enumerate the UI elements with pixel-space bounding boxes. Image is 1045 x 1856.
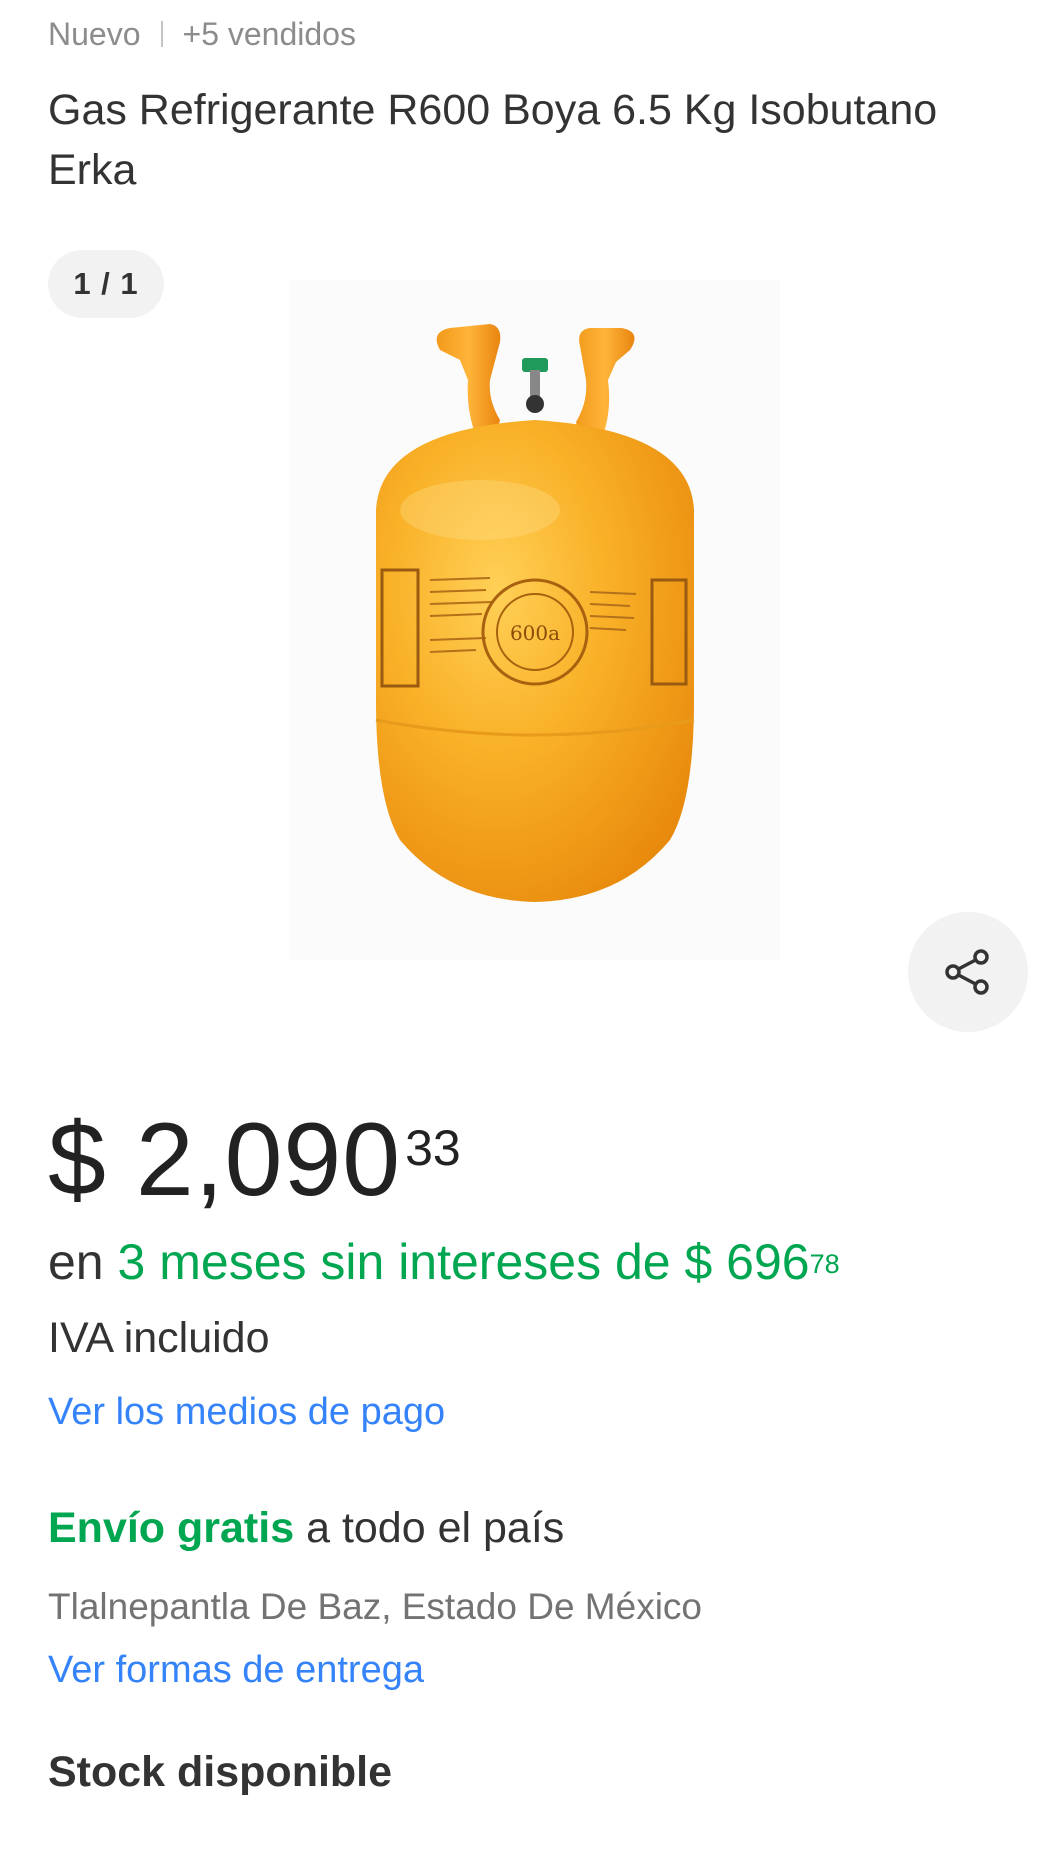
product-title: Gas Refrigerante R600 Boya 6.5 Kg Isobut…	[48, 86, 938, 194]
sold-count: +5 vendidos	[182, 16, 356, 52]
currency-symbol: $	[48, 1102, 106, 1218]
price: $ 2,090 33	[48, 1100, 461, 1220]
stock-status: Stock disponible	[48, 1748, 393, 1796]
price-amount: 2,090	[135, 1102, 402, 1218]
product-image[interactable]: 600a	[290, 280, 780, 960]
delivery-options-link[interactable]: Ver formas de entrega	[48, 1645, 424, 1695]
tax-note: IVA incluido	[48, 1314, 270, 1362]
installments-prefix: en	[48, 1234, 104, 1290]
orange-refrigerant-tank-image: 600a	[290, 280, 780, 960]
shipping-scope: a todo el país	[306, 1504, 565, 1552]
share-icon	[945, 949, 989, 995]
product-page: Nuevo +5 vendidos Gas Refrigerante R600 …	[0, 0, 1045, 1856]
image-gallery[interactable]: 1 / 1 600a	[0, 240, 1045, 1040]
condition-label: Nuevo	[48, 16, 141, 52]
installments-text: 3 meses sin intereses de $ 69678	[117, 1234, 840, 1290]
svg-text:600a: 600a	[510, 621, 560, 645]
image-counter: 1 / 1	[48, 250, 164, 318]
shipping-info: Envío gratis a todo el país	[48, 1500, 564, 1556]
free-shipping-label: Envío gratis	[48, 1504, 295, 1552]
meta-divider	[160, 21, 163, 47]
price-cents: 33	[405, 1120, 461, 1176]
share-button[interactable]	[908, 912, 1028, 1032]
product-meta: Nuevo +5 vendidos	[48, 14, 356, 54]
seller-location: Tlalnepantla De Baz, Estado De México	[48, 1586, 703, 1627]
installments-cents: 78	[809, 1249, 840, 1279]
installments-info: en 3 meses sin intereses de $ 69678	[48, 1230, 840, 1294]
payment-methods-link[interactable]: Ver los medios de pago	[48, 1387, 445, 1437]
